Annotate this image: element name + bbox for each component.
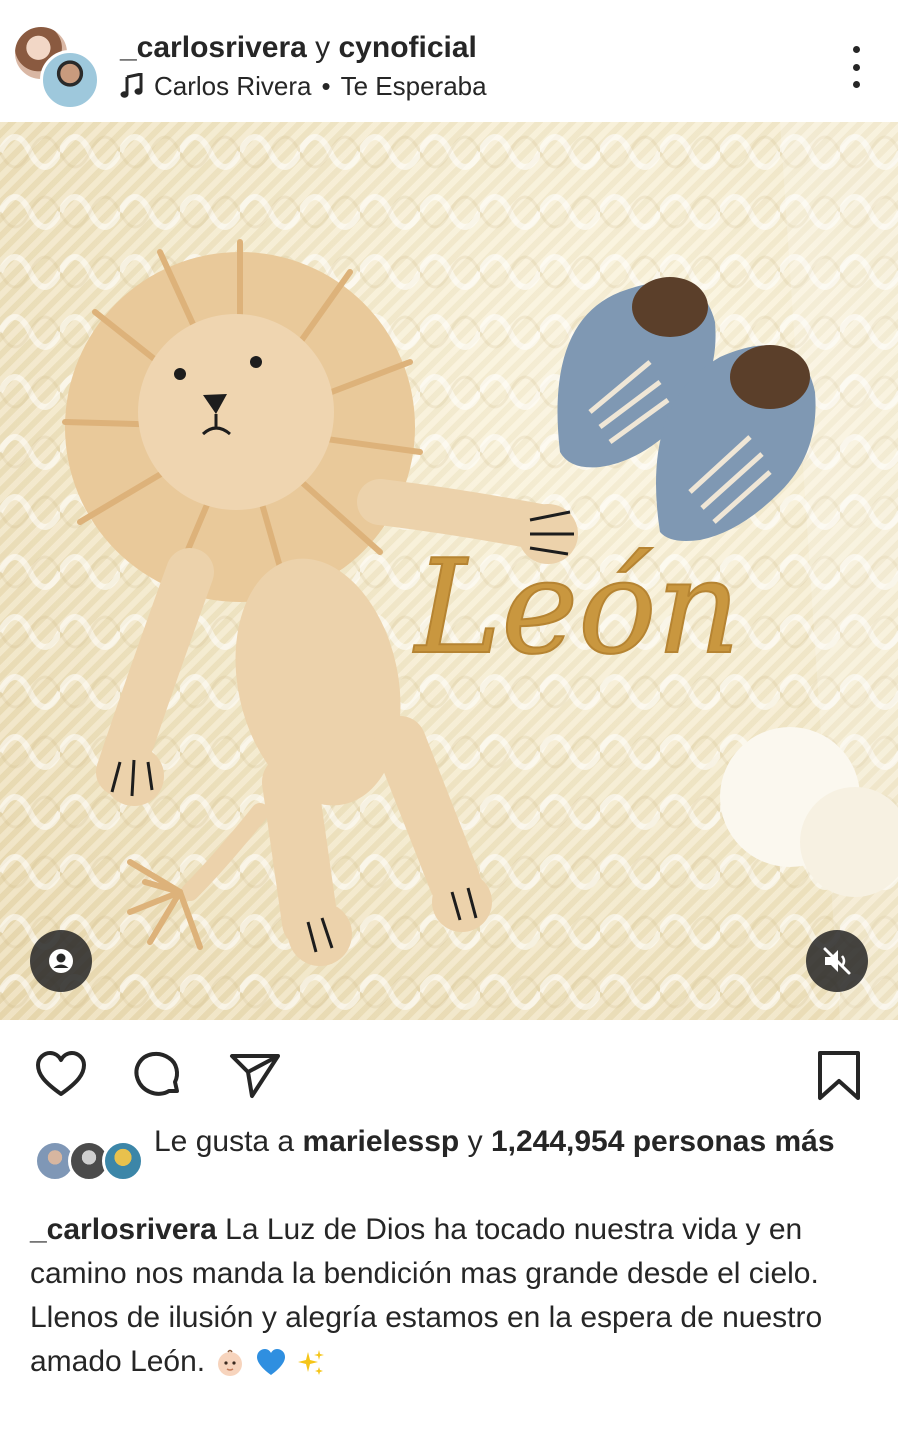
music-note-icon: [120, 73, 143, 98]
account-joiner: y: [315, 31, 331, 64]
post-photo: León: [0, 122, 898, 1020]
caption-username[interactable]: _carlosrivera: [30, 1213, 217, 1246]
song-title: Te Esperaba: [340, 71, 487, 101]
action-bar: [0, 1020, 898, 1130]
account-link-cynoficial[interactable]: cynoficial: [339, 31, 477, 64]
liker-username[interactable]: marielessp: [302, 1125, 459, 1158]
user-tag-icon[interactable]: [30, 930, 92, 992]
heart-icon[interactable]: [34, 1048, 88, 1102]
comment-icon[interactable]: [130, 1048, 184, 1102]
song-separator: •: [321, 71, 331, 101]
avatar-cynoficial[interactable]: [40, 50, 100, 110]
baby-emoji: [218, 1349, 243, 1377]
post-header: _carlosrivera y cynoficial Carlos Rivera…: [0, 0, 898, 122]
likes-joiner: y: [467, 1125, 483, 1158]
embroidered-name: León: [413, 531, 740, 683]
account-link-carlosrivera[interactable]: _carlosrivera: [120, 31, 307, 64]
muted-speaker-icon[interactable]: [806, 930, 868, 992]
bookmark-icon[interactable]: [812, 1048, 866, 1102]
song-attribution[interactable]: Carlos Rivera • Te Esperaba: [120, 70, 487, 102]
likes-text: Le gusta a marielessp y 1,244,954 person…: [154, 1122, 854, 1162]
send-icon[interactable]: [228, 1048, 282, 1102]
liker-avatar: [102, 1140, 144, 1182]
likes-suffix[interactable]: más: [774, 1125, 834, 1158]
likes-count[interactable]: 1,244,954 personas: [491, 1125, 766, 1158]
blue-heart-emoji: [256, 1349, 285, 1376]
liker-avatars: [34, 1140, 144, 1184]
caption-line-2: Llenos de ilusión y alegría estamos en l…: [30, 1301, 823, 1378]
sparkles-emoji: [298, 1350, 325, 1376]
song-artist: Carlos Rivera: [154, 71, 312, 101]
post-caption: _carlosrivera La Luz de Dios ha tocado n…: [30, 1208, 870, 1384]
likes-prefix: Le gusta a: [154, 1125, 295, 1158]
more-options-icon[interactable]: [846, 46, 866, 88]
account-names: _carlosrivera y cynoficial: [120, 30, 477, 66]
collab-avatars[interactable]: [12, 24, 102, 110]
post-media[interactable]: León: [0, 122, 898, 1020]
